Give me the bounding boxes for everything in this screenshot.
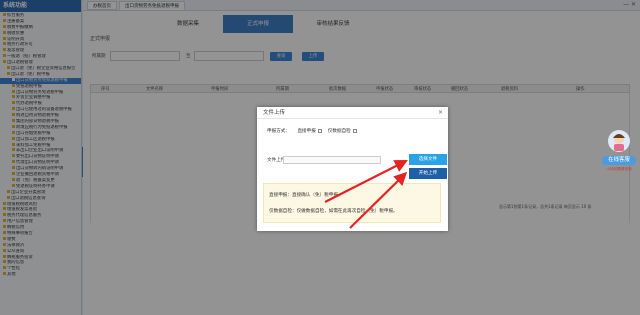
service-avatar bbox=[608, 130, 630, 152]
service-label: 在线客服 bbox=[602, 156, 636, 165]
online-service-widget[interactable]: 在线客服 小诗问题请咨询 bbox=[600, 130, 638, 180]
service-sub: 小诗问题请咨询 bbox=[606, 167, 632, 171]
arrow-to-select-file bbox=[324, 160, 408, 203]
arrow-to-start-upload bbox=[349, 171, 408, 229]
annotation-arrows bbox=[324, 160, 408, 229]
